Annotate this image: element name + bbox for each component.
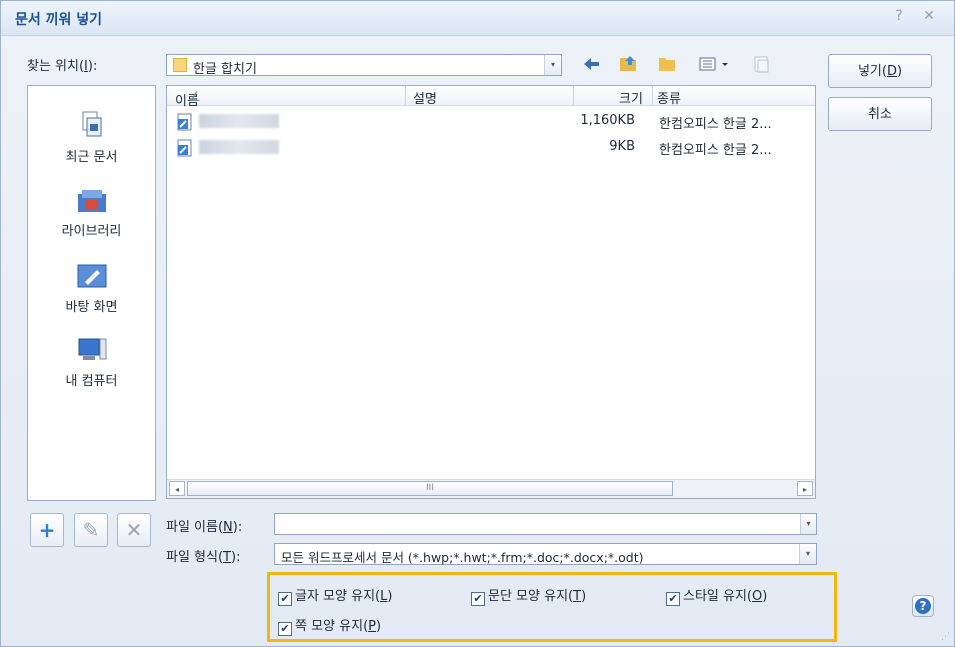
location-label: 찾는 위치(I): [27, 59, 98, 74]
place-label: 라이브러리 [61, 224, 122, 239]
filename-input[interactable]: ▾ [274, 513, 817, 535]
hwp-file-icon [177, 139, 192, 157]
file-name-blurred [199, 114, 279, 128]
keep-style-checkbox[interactable]: ✔ 스타일 유지(O) [666, 585, 767, 606]
location-value: 한글 합치기 [193, 62, 257, 77]
title-bar: 문서 끼워 넣기 ? ✕ [1, 1, 954, 36]
file-size: 1,160KB [580, 113, 635, 128]
filetype-combo[interactable]: 모든 워드프로세서 문서 (*.hwp;*.hwt;*.frm;*.doc;*.… [274, 543, 817, 565]
place-label: 내 컴퓨터 [65, 374, 118, 389]
places-bar: 최근 문서 라이브러리 바탕 화면 내 컴퓨터 [27, 85, 156, 501]
insert-button[interactable]: 넣기(D) [828, 54, 932, 88]
cancel-button[interactable]: 취소 [828, 97, 932, 131]
dialog-title: 문서 끼워 넣기 [15, 12, 103, 28]
help-button[interactable]: ? [912, 595, 934, 617]
filetype-value: 모든 워드프로세서 문서 (*.hwp;*.hwt;*.frm;*.doc;*.… [281, 550, 644, 565]
library-icon [77, 190, 106, 212]
keep-char-shape-checkbox[interactable]: ✔ 글자 모양 유지(L) [278, 585, 392, 606]
file-name-blurred [199, 140, 279, 154]
checkbox-icon: ✔ [278, 622, 292, 636]
folder-icon [173, 58, 187, 72]
checkbox-icon: ✔ [666, 592, 680, 606]
keep-paragraph-shape-checkbox[interactable]: ✔ 문단 모양 유지(T) [471, 585, 586, 606]
insert-document-dialog: 문서 끼워 넣기 ? ✕ 찾는 위치(I): 한글 합치기 ▾ 최근 문서 라이… [0, 0, 955, 647]
filename-label: 파일 이름(N): [166, 520, 243, 535]
file-type: 한컴오피스 한글 2... [659, 117, 772, 132]
checkbox-icon: ✔ [471, 592, 485, 606]
scroll-left-icon[interactable]: ◂ [169, 481, 185, 496]
close-icon[interactable]: ✕ [920, 7, 938, 25]
file-row[interactable]: 9KB 한컴오피스 한글 2... [167, 136, 815, 160]
resize-grip-icon[interactable]: ⋰ [941, 632, 950, 642]
recent-documents-icon [82, 111, 101, 137]
desktop-icon [77, 264, 106, 288]
column-header-row: 이름 ∠ 설명 크기 종류 [167, 86, 815, 109]
horizontal-scrollbar[interactable]: ◂ III ▸ [167, 479, 815, 498]
delete-icon[interactable]: ✕ [117, 513, 151, 547]
view-menu-icon[interactable] [698, 54, 734, 74]
keep-page-shape-checkbox[interactable]: ✔ 쪽 모양 유지(P) [278, 615, 381, 636]
file-type: 한컴오피스 한글 2... [659, 143, 772, 158]
place-label: 최근 문서 [65, 150, 118, 165]
file-size: 9KB [609, 139, 635, 154]
checkbox-icon: ✔ [278, 592, 292, 606]
add-icon[interactable]: + [30, 513, 64, 547]
location-combo[interactable]: 한글 합치기 ▾ [166, 54, 562, 77]
my-computer-icon [78, 338, 106, 360]
place-label: 바탕 화면 [65, 300, 118, 315]
help-icon: ? [915, 598, 931, 614]
chevron-down-icon[interactable]: ▾ [800, 514, 816, 534]
back-arrow-icon[interactable] [581, 54, 603, 74]
scroll-thumb[interactable]: III [187, 481, 673, 496]
filetype-label: 파일 형식(T): [166, 550, 241, 565]
column-description[interactable]: 설명 [413, 88, 437, 107]
place-desktop[interactable]: 바탕 화면 [28, 262, 155, 315]
parent-folder-icon[interactable] [618, 54, 640, 74]
column-type[interactable]: 종류 [657, 88, 681, 107]
column-size[interactable]: 크기 [619, 88, 643, 107]
place-library[interactable]: 라이브러리 [28, 186, 155, 239]
edit-icon[interactable]: ✎ [74, 513, 108, 547]
sort-icon: ∠ [189, 90, 201, 105]
chevron-down-icon[interactable]: ▾ [799, 544, 816, 564]
place-my-computer[interactable]: 내 컴퓨터 [28, 336, 155, 389]
preview-icon[interactable] [751, 54, 773, 74]
hwp-file-icon [177, 113, 192, 131]
place-recent-documents[interactable]: 최근 문서 [28, 110, 155, 165]
help-title-icon[interactable]: ? [890, 7, 908, 25]
new-folder-icon[interactable] [657, 54, 679, 74]
chevron-down-icon[interactable]: ▾ [544, 55, 561, 75]
scroll-right-icon[interactable]: ▸ [797, 481, 813, 496]
file-row[interactable]: 1,160KB 한컴오피스 한글 2... [167, 110, 815, 134]
file-list[interactable]: 이름 ∠ 설명 크기 종류 1,160KB 한컴오피스 한글 2... 9KB … [166, 85, 816, 499]
